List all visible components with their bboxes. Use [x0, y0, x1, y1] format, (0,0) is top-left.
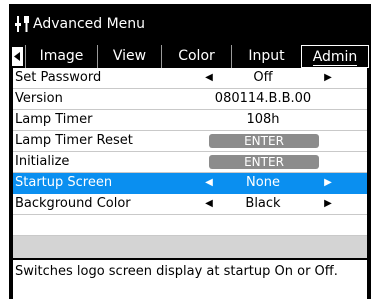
row-background-color[interactable]: Background Color ◀ Black ▶	[13, 194, 367, 215]
advanced-menu-window: Advanced Menu Image View Color Input Adm…	[9, 4, 371, 299]
initialize-enter-button[interactable]: ENTER	[209, 155, 319, 169]
tab-input[interactable]: Input	[231, 45, 301, 68]
arrow-right-icon[interactable]: ▶	[323, 173, 333, 193]
arrow-right-icon[interactable]: ▶	[323, 68, 333, 88]
arrow-left-icon	[13, 52, 20, 61]
row-value: 108h	[246, 112, 280, 127]
row-value: 080114.B.B.00	[214, 91, 312, 106]
row-label: Startup Screen	[15, 175, 113, 190]
row-label: Lamp Timer	[15, 112, 93, 127]
row-label: Initialize	[15, 154, 70, 169]
row-value: Black	[245, 196, 281, 211]
lamp-timer-reset-enter-button[interactable]: ENTER	[209, 134, 319, 148]
arrow-right-icon[interactable]: ▶	[323, 194, 333, 214]
row-label: Set Password	[15, 70, 102, 85]
row-label: Version	[15, 91, 63, 106]
help-text: Switches logo screen display at startup …	[13, 260, 367, 299]
row-lamp-timer: Lamp Timer 108h	[13, 110, 367, 131]
tab-admin[interactable]: Admin	[301, 45, 369, 68]
tab-scroll-left-button[interactable]	[9, 45, 25, 68]
tab-view[interactable]: View	[97, 45, 161, 68]
row-value: Off	[253, 70, 273, 85]
row-set-password[interactable]: Set Password ◀ Off ▶	[13, 68, 367, 89]
title-bar: Advanced Menu	[9, 4, 371, 42]
settings-tools-icon	[15, 16, 29, 32]
row-value: None	[246, 175, 280, 190]
row-version: Version 080114.B.B.00	[13, 89, 367, 110]
row-label: Background Color	[15, 196, 131, 211]
row-label: Lamp Timer Reset	[15, 133, 133, 148]
row-initialize: Initialize ENTER	[13, 152, 367, 173]
empty-row	[13, 236, 367, 258]
tab-color[interactable]: Color	[161, 45, 231, 68]
tab-bar: Image View Color Input Admin	[9, 45, 371, 68]
row-empty	[13, 215, 367, 236]
row-startup-screen[interactable]: Startup Screen ◀ None ▶	[13, 173, 367, 194]
settings-list: Set Password ◀ Off ▶ Version 080114.B.B.…	[13, 68, 367, 258]
tab-image[interactable]: Image	[25, 45, 97, 68]
menu-title: Advanced Menu	[33, 16, 146, 32]
row-lamp-timer-reset: Lamp Timer Reset ENTER	[13, 131, 367, 152]
